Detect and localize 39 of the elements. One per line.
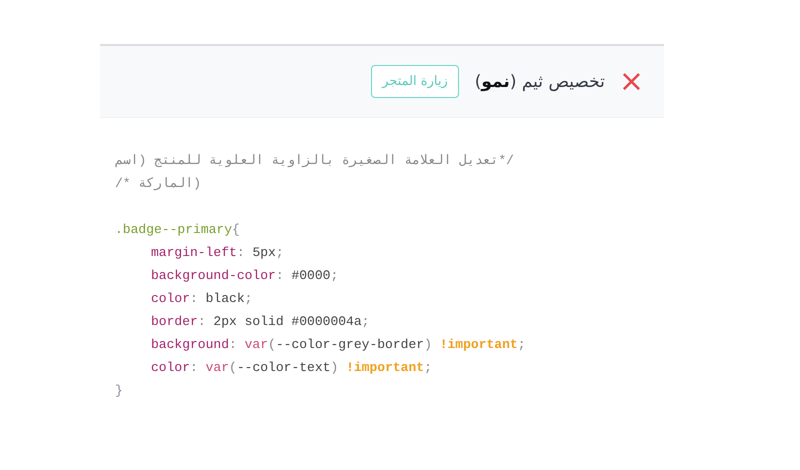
code-property: background (151, 337, 230, 352)
code-func: var (206, 360, 230, 375)
code-brace: { (232, 222, 240, 237)
code-punct: : (276, 268, 285, 283)
code-important: !important (440, 337, 518, 352)
code-important: !important (346, 360, 424, 375)
code-punct: ; (518, 337, 526, 352)
code-property: border (151, 314, 198, 329)
code-value: --color-grey-border (276, 337, 424, 352)
code-func: var (244, 337, 268, 352)
code-property: color (151, 291, 190, 306)
code-value: 2px solid #0000004a (213, 314, 362, 329)
code-punct: ; (276, 245, 284, 260)
code-punct: ; (244, 291, 252, 306)
code-value: 5px (252, 245, 276, 260)
code-punct: ) (424, 337, 433, 352)
code-punct: ; (362, 314, 370, 329)
visit-store-button[interactable]: زيارة المتجر (371, 65, 459, 98)
code-punct: : (190, 291, 199, 306)
code-property: margin-left (151, 245, 237, 260)
code-punct: ( (229, 360, 237, 375)
code-property: background-color (151, 268, 276, 283)
code-brace: } (115, 383, 123, 398)
code-punct: : (229, 337, 238, 352)
code-punct: : (198, 314, 207, 329)
code-comment: /* الماركة) (115, 176, 202, 191)
code-property: color (151, 360, 190, 375)
code-punct: : (236, 245, 246, 260)
panel-title: تخصيص ثيم (نمو) (474, 72, 605, 92)
code-value: black (206, 291, 245, 306)
code-punct: ) (330, 360, 340, 375)
code-punct: ( (268, 337, 276, 352)
code-selector: .badge--primary (115, 222, 232, 237)
code-value: #0000 (291, 268, 330, 283)
code-punct: ; (330, 268, 338, 283)
code-punct: : (190, 360, 199, 375)
code-punct: ; (424, 360, 432, 375)
code-value: --color-text (236, 360, 330, 375)
code-comment: تعديل العلامة الصغيرة بالزاوية العلوية للمنتج (اسم*/ (115, 153, 514, 168)
